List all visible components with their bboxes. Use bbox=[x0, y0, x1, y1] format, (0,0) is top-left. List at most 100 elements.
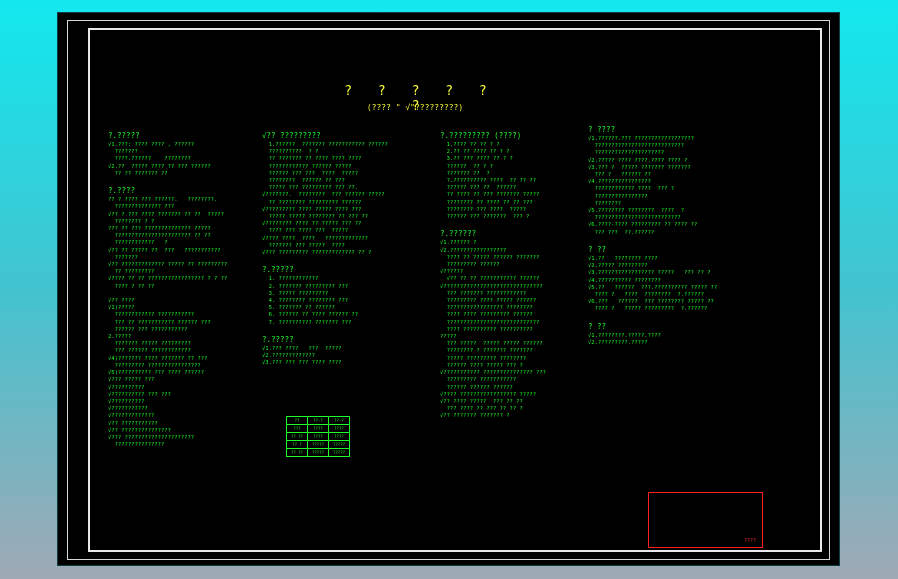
note-line: ??? ??????? ???????????? bbox=[440, 290, 527, 297]
note-line: ?????????????? ??? bbox=[108, 204, 175, 211]
spec-cell: ?? bbox=[286, 416, 308, 425]
note-line: ??? ?????? ???????????? bbox=[108, 348, 191, 355]
notes-column-4: ? ???? √1.??????.??? ?????????????????? ?… bbox=[588, 124, 778, 354]
note-line: ???? ???? ????????? ?????? bbox=[440, 312, 533, 319]
note-line: ???????????????????????????? bbox=[440, 319, 540, 326]
note-line: ?? ?? ??????? ?? bbox=[108, 170, 168, 177]
note-line: √?? ? ??? ???? ??????? ?? ?? ????? bbox=[108, 211, 224, 218]
notes-column-3: ?.????????? (????) 1.???? ?? ?? ? ? 2.??… bbox=[440, 130, 586, 428]
note-line: ????????? ???? ????? ?????? bbox=[440, 298, 537, 305]
note-line: ?? ? ???? ??? ??????. ????????. bbox=[108, 197, 218, 204]
note-line: ??? ????? ????? ????? ?????? bbox=[440, 341, 543, 348]
note-line: √4.???????????????? bbox=[588, 179, 651, 186]
note-line: ??????? ?? ? bbox=[440, 170, 490, 177]
section-heading: ?.????? bbox=[262, 335, 294, 345]
note-line: ??????? ????? ????????? bbox=[108, 341, 191, 348]
note-line: √???? ????????????????? ????? bbox=[440, 391, 537, 398]
note-line: √????????? ???? ????? ???? ??? bbox=[262, 206, 362, 213]
spec-table: ?? ??-? ??-?????????????? ???????????? ???… bbox=[286, 416, 350, 457]
note-line: ?????????? ? ? bbox=[262, 149, 319, 156]
note-line: ??????????????? bbox=[108, 442, 165, 449]
note-line: √?? ??????? ??????? ? bbox=[440, 413, 510, 420]
note-line: ????????????????? ???????? bbox=[440, 305, 533, 312]
section-heading: ? ?? bbox=[588, 321, 607, 331]
spec-cell: ?? ?? bbox=[286, 448, 308, 457]
spec-cell: ??-? bbox=[328, 416, 350, 425]
section-heading: ?.????????? (????) bbox=[440, 131, 522, 140]
spec-cell: ????? bbox=[307, 448, 329, 457]
note-line: ????????????????????? bbox=[588, 150, 665, 157]
note-line: ???????? ?? ???? ?? ?? ??? bbox=[440, 199, 533, 206]
title-block: ???? bbox=[648, 492, 763, 548]
note-line: ????? bbox=[440, 334, 457, 341]
spec-cell: ???? bbox=[328, 424, 350, 433]
note-line: ??????????????????????? ?? ?? bbox=[108, 233, 211, 240]
note-line: ???? ? ????? ????????? ?.?????? bbox=[588, 306, 708, 313]
note-line: √2.????????????????? bbox=[440, 247, 507, 254]
note-line: 2.????? bbox=[108, 334, 132, 341]
note-line: ???????? ??? ???? ????? bbox=[440, 206, 527, 213]
note-line: √???????. ???????? ??? ?????? ????? bbox=[262, 192, 385, 199]
note-line: √????????????? bbox=[108, 413, 155, 420]
spec-cell: ??-? bbox=[307, 416, 329, 425]
note-line: ???????????? ? bbox=[108, 240, 168, 247]
spec-cell: ?? ? bbox=[286, 440, 308, 449]
note-line: ?? ???? ?? ??? ??????? ????? bbox=[440, 192, 540, 199]
note-line: √1.???: ???? ???? , ?????? bbox=[108, 142, 195, 148]
section-heading: ?.?????? bbox=[440, 229, 477, 239]
note-line: ???????? ? ??????? ??????? bbox=[440, 348, 533, 355]
note-line: ???????????? ?????? ????? bbox=[262, 163, 352, 170]
note-line: √?? ??????????? bbox=[108, 420, 158, 427]
note-line: ??? ?? ??????????? ?????? ??? bbox=[108, 319, 211, 326]
note-line: √?? ??????????????? bbox=[108, 427, 171, 434]
note-line: √?? ?? ?? ??????????? ?????? bbox=[440, 276, 540, 283]
notes-column-1: ?.????? √1.???: ???? ???? , ?????? ??????… bbox=[108, 130, 258, 457]
note-line: √??????????? ??????????????? ??? bbox=[440, 370, 546, 377]
note-line: ?????? ?? ? ? bbox=[440, 163, 493, 170]
note-line: ??????????????????????????? bbox=[588, 143, 685, 150]
note-line: √??? ????????? ????????????? ?? ? bbox=[262, 250, 372, 257]
note-line: 7. ?????????? ??????? ??? bbox=[262, 319, 352, 326]
note-line: √2.?? ????? ???? ?? ??? ?????? bbox=[108, 163, 211, 170]
note-line: ?????? ??? ?? ?????? bbox=[440, 185, 517, 192]
note-line: 5. ??????? ?? ?????? bbox=[262, 305, 335, 312]
note-line: ????? ????????? ???????? bbox=[440, 355, 527, 362]
note-line: √2.?????????.????? bbox=[588, 340, 648, 347]
note-line: √3.??? ? ????? ??????? ??????? bbox=[588, 164, 691, 171]
note-line: ???? ?????????? ?????????? bbox=[440, 326, 533, 333]
note-line: ???? ??? ???? ??? ????? bbox=[262, 228, 349, 235]
note-line: ??????? bbox=[108, 254, 138, 261]
section-heading: ?.????? bbox=[108, 131, 140, 140]
spec-cell: ????? bbox=[328, 440, 350, 449]
spec-cell: ????? bbox=[307, 440, 329, 449]
note-line: ??????? ??? ????? ???? bbox=[262, 242, 345, 249]
note-line: ??? ?? ??? ?????????????? ????? bbox=[108, 226, 211, 233]
note-line: ?????? ???? ????? ??? ? bbox=[440, 362, 523, 369]
section-heading: ?.????? bbox=[262, 265, 294, 275]
note-line: ??? ??? ??.?????? bbox=[588, 229, 655, 236]
note-line: √??? ????? ??? bbox=[108, 377, 155, 384]
note-line: √?????????? ??? ??? bbox=[108, 391, 171, 398]
note-line: √6.??? ?????? ??? ???????? ????? ?? bbox=[588, 299, 714, 306]
note-line: ???????? ?????? ?? ??? bbox=[262, 178, 345, 185]
note-line: ?????? ?????? ?????? bbox=[440, 384, 513, 391]
section-heading: ? ???? bbox=[588, 125, 616, 134]
note-line: √?????????? bbox=[108, 384, 145, 391]
note-line: ?.?????????? ???? ?? ?? ?? bbox=[440, 178, 537, 185]
note-line: √?????????????????????????????? bbox=[440, 283, 543, 290]
title-block-mark: ???? bbox=[743, 538, 756, 544]
note-line: 2.?? ?? ???? ?? ? ? bbox=[440, 149, 510, 156]
drawing-subtitle: (???? " √"?????????) bbox=[366, 103, 464, 112]
note-line: 2. ??????? ????????? ??? bbox=[262, 283, 349, 290]
note-line: ???????????? ???? ??? ? bbox=[588, 186, 675, 193]
spec-cell: ???? bbox=[307, 424, 329, 433]
note-line: ???????? ? ? bbox=[108, 218, 155, 225]
section-heading: ? ?? bbox=[588, 245, 607, 255]
note-line: ?????? ??? ??????? ??? ? bbox=[440, 214, 530, 221]
note-line: 1.?????? ??????? ??????????? ?????? bbox=[262, 142, 388, 148]
note-line: 3. ????? ????????? bbox=[262, 290, 329, 297]
section-heading: ?.???? bbox=[108, 186, 136, 196]
note-line: ?????? ??? ??????????? bbox=[108, 326, 188, 333]
note-line: √5.?? ?????? ???.?????????? ????? ?? bbox=[588, 284, 718, 291]
note-line: √4.?????????? ???????? bbox=[588, 277, 661, 284]
